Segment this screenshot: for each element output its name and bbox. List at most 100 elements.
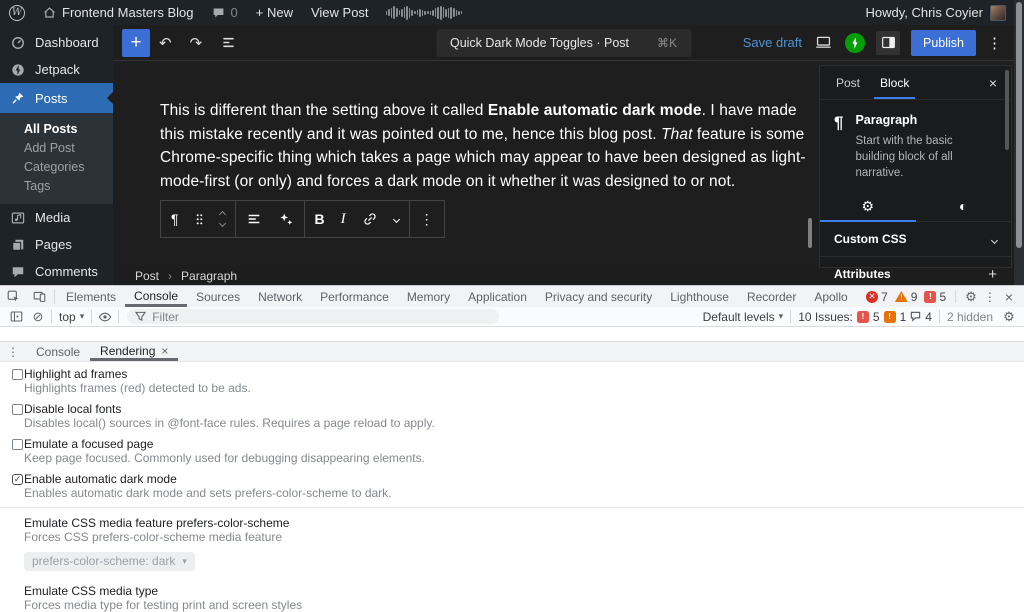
- execution-context-selector[interactable]: top▾: [54, 310, 89, 324]
- tab-console[interactable]: Console: [125, 286, 187, 307]
- devtools-menu-icon[interactable]: ⋮: [984, 290, 996, 304]
- tab-recorder[interactable]: Recorder: [738, 286, 805, 307]
- tab-network[interactable]: Network: [249, 286, 311, 307]
- window-scrollbar-thumb[interactable]: [1016, 2, 1022, 248]
- setting-label[interactable]: Enable automatic dark mode: [24, 472, 1024, 486]
- tab-lighthouse[interactable]: Lighthouse: [661, 286, 738, 307]
- issues-count-badge[interactable]: ! 5: [924, 290, 946, 304]
- tab-performance[interactable]: Performance: [311, 286, 398, 307]
- redo-button[interactable]: ↷: [181, 34, 212, 52]
- avatar[interactable]: [990, 5, 1006, 21]
- checkbox[interactable]: [12, 439, 23, 450]
- window-scrollbar[interactable]: [1014, 0, 1024, 285]
- move-up-button[interactable]: [218, 211, 225, 218]
- link-button[interactable]: [354, 201, 386, 237]
- publish-button[interactable]: Publish: [911, 30, 976, 56]
- undo-button[interactable]: ↶: [150, 34, 181, 52]
- close-sidebar-button[interactable]: ×: [981, 66, 1005, 99]
- sidebar-item-dashboard[interactable]: Dashboard: [0, 29, 113, 56]
- tab-memory[interactable]: Memory: [398, 286, 459, 307]
- more-formats-button[interactable]: [386, 201, 407, 237]
- inspector-scrollbar-thumb[interactable]: [1005, 70, 1009, 150]
- document-overview-button[interactable]: [211, 34, 246, 51]
- tab-block[interactable]: Block: [870, 66, 919, 99]
- dashboard-icon: [11, 36, 26, 50]
- setting-label[interactable]: Emulate a focused page: [24, 437, 1024, 451]
- live-expression-eye-icon[interactable]: [94, 310, 116, 324]
- drawer-menu-icon[interactable]: ⋮: [0, 342, 26, 361]
- filter-input[interactable]: [152, 310, 452, 324]
- tab-elements[interactable]: Elements: [57, 286, 125, 307]
- tab-sources[interactable]: Sources: [187, 286, 249, 307]
- settings-subtab[interactable]: ⚙: [820, 191, 916, 221]
- checkbox[interactable]: [12, 404, 23, 415]
- console-filter[interactable]: [127, 309, 499, 324]
- preview-icon[interactable]: [813, 34, 834, 51]
- inspect-element-icon[interactable]: [0, 286, 26, 307]
- prefers-color-scheme-select[interactable]: prefers-color-scheme: dark ▾: [24, 552, 195, 571]
- devtools-close-icon[interactable]: ×: [1003, 289, 1015, 305]
- submenu-item-all-posts[interactable]: All Posts: [0, 120, 113, 139]
- italic-button[interactable]: I: [333, 201, 354, 237]
- log-levels-selector[interactable]: Default levels▾: [698, 310, 789, 324]
- issues-icon: !: [924, 291, 936, 303]
- waveform-icon: [378, 5, 471, 21]
- devtools-settings-icon[interactable]: ⚙: [965, 289, 977, 305]
- jetpack-button[interactable]: [845, 33, 865, 53]
- block-inserter-button[interactable]: +: [122, 29, 150, 57]
- drawer-tab-rendering[interactable]: Rendering ×: [90, 342, 178, 361]
- breadcrumb-paragraph[interactable]: Paragraph: [181, 269, 237, 283]
- error-count-badge[interactable]: ✕ 7: [866, 290, 888, 304]
- comments-shortcut[interactable]: 0: [203, 0, 247, 25]
- sidebar-item-pages[interactable]: Pages: [0, 231, 113, 258]
- paragraph-block[interactable]: This is different than the setting above…: [160, 99, 815, 193]
- save-draft-button[interactable]: Save draft: [743, 35, 802, 50]
- editor-options-button[interactable]: ⋮: [987, 34, 1002, 52]
- tab-apollo[interactable]: Apollo: [805, 286, 856, 307]
- issues-summary[interactable]: 10 Issues: ! 5 ! 1 4: [793, 310, 937, 324]
- hidden-messages-label[interactable]: 2 hidden: [942, 310, 998, 324]
- tab-privacy-and-security[interactable]: Privacy and security: [536, 286, 661, 307]
- paragraph-block-icon-button[interactable]: ¶: [163, 201, 187, 237]
- move-down-button[interactable]: [218, 220, 225, 227]
- close-rendering-tab-icon[interactable]: ×: [161, 344, 168, 358]
- bold-button[interactable]: B: [307, 201, 333, 237]
- sidebar-item-comments[interactable]: Comments: [0, 258, 113, 285]
- howdy-account-menu[interactable]: Howdy, Chris Coyier: [865, 5, 983, 20]
- submenu-item-categories[interactable]: Categories: [0, 158, 113, 177]
- warning-count-badge[interactable]: ! 9: [895, 290, 918, 304]
- chevron-down-icon: [992, 232, 997, 246]
- align-button[interactable]: [238, 201, 270, 237]
- console-messages-area[interactable]: [0, 327, 1024, 341]
- panel-custom-css[interactable]: Custom CSS: [820, 222, 1011, 257]
- tab-post[interactable]: Post: [826, 66, 870, 99]
- drawer-tab-console[interactable]: Console: [26, 342, 90, 361]
- ai-assistant-button[interactable]: [270, 201, 302, 237]
- submenu-item-tags[interactable]: Tags: [0, 177, 113, 196]
- console-sidebar-icon[interactable]: [5, 310, 27, 323]
- settings-sidebar-toggle[interactable]: [876, 31, 900, 55]
- new-content-menu[interactable]: + New: [247, 0, 302, 25]
- sidebar-item-jetpack[interactable]: Jetpack: [0, 56, 113, 83]
- setting-label[interactable]: Highlight ad frames: [24, 367, 1024, 381]
- setting-label[interactable]: Disable local fonts: [24, 402, 1024, 416]
- clear-console-icon[interactable]: ⊘: [27, 309, 49, 325]
- setting-highlight-ad-frames: Highlight ad frames Highlights frames (r…: [12, 367, 1024, 396]
- sidebar-item-media[interactable]: Media: [0, 204, 113, 231]
- block-options-button[interactable]: ⋮: [412, 201, 442, 237]
- console-settings-icon[interactable]: ⚙: [998, 309, 1020, 325]
- drag-handle[interactable]: [187, 201, 212, 237]
- sidebar-item-posts[interactable]: Posts: [0, 83, 113, 113]
- view-post-link[interactable]: View Post: [302, 0, 378, 25]
- checkbox[interactable]: [12, 369, 23, 380]
- breadcrumb-post[interactable]: Post: [135, 269, 159, 283]
- submenu-item-add-post[interactable]: Add Post: [0, 139, 113, 158]
- checkbox-checked[interactable]: ✓: [12, 474, 23, 485]
- tab-application[interactable]: Application: [459, 286, 536, 307]
- styles-subtab[interactable]: ◐: [916, 191, 1012, 221]
- site-name-link[interactable]: Frontend Masters Blog: [34, 0, 203, 25]
- device-toolbar-icon[interactable]: [26, 286, 52, 307]
- wp-logo-menu[interactable]: W: [0, 0, 34, 25]
- command-palette[interactable]: Quick Dark Mode Toggles · Post ⌘K: [436, 29, 691, 57]
- editor-scrollbar-thumb[interactable]: [808, 218, 812, 248]
